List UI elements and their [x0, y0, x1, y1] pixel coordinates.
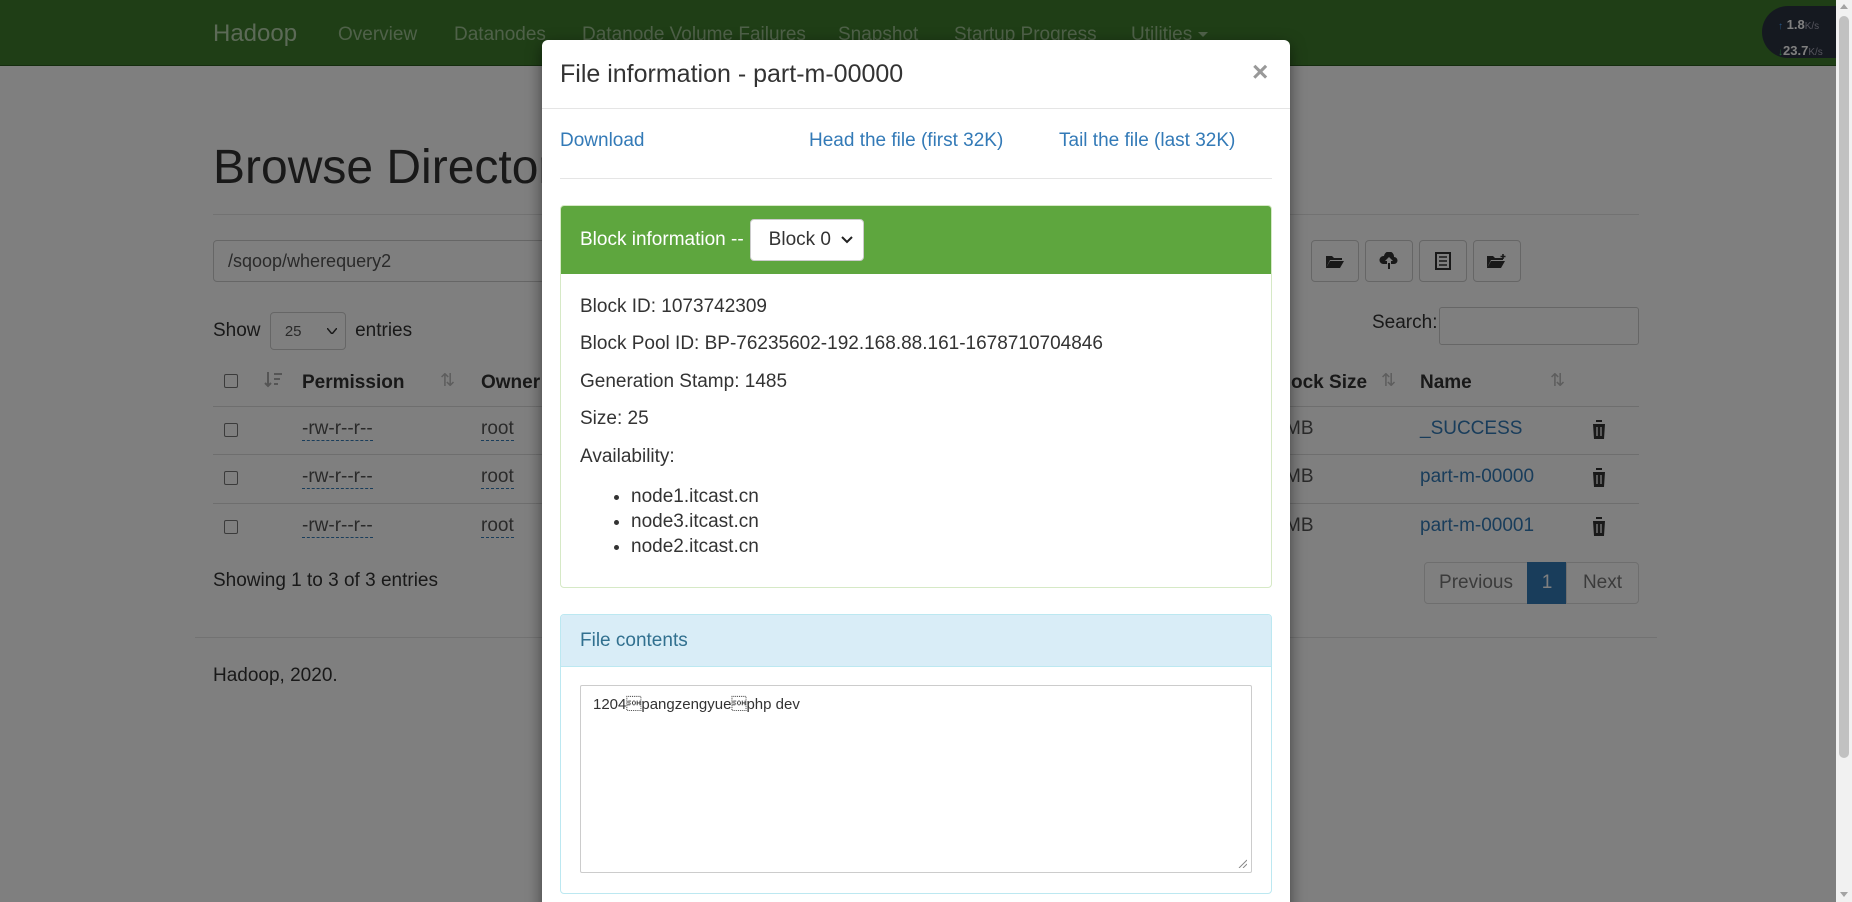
- resize-grip-icon[interactable]: [1237, 858, 1247, 868]
- availability-list: node1.itcast.cn node3.itcast.cn node2.it…: [631, 484, 759, 559]
- scroll-down-icon[interactable]: [1840, 892, 1848, 897]
- modal-header-divider: [542, 108, 1290, 109]
- block-id: Block ID: 1073742309: [580, 296, 767, 317]
- block-info-title: Block information --: [580, 229, 744, 250]
- availability-node: node1.itcast.cn: [631, 484, 759, 509]
- download-link[interactable]: Download: [560, 130, 645, 152]
- file-contents-heading: File contents: [561, 615, 1271, 667]
- file-contents-textarea[interactable]: 1204pangzengyuephp dev: [580, 685, 1252, 873]
- scroll-up-icon[interactable]: [1840, 4, 1848, 9]
- block-info-panel: Block information -- Block 0 Block ID: 1…: [560, 205, 1272, 588]
- modal-title: File information - part-m-00000: [560, 60, 904, 88]
- block-select-value: Block 0: [768, 229, 831, 250]
- file-contents-panel: File contents 1204pangzengyuephp dev: [560, 614, 1272, 894]
- block-select[interactable]: Block 0: [749, 219, 864, 261]
- generation-stamp: Generation Stamp: 1485: [580, 371, 788, 392]
- availability-node: node3.itcast.cn: [631, 509, 759, 534]
- head-file-link[interactable]: Head the file (first 32K): [809, 130, 1003, 152]
- tail-file-link[interactable]: Tail the file (last 32K): [1059, 130, 1235, 152]
- links-divider: [560, 178, 1272, 179]
- chevron-down-icon: [840, 236, 853, 244]
- file-contents-text: 1204pangzengyuephp dev: [593, 696, 800, 713]
- file-info-modal: File information - part-m-00000 × Downlo…: [542, 40, 1290, 902]
- block-info-heading: Block information -- Block 0: [561, 206, 1271, 274]
- scrollbar-thumb[interactable]: [1839, 16, 1849, 758]
- block-size: Size: 25: [580, 408, 649, 429]
- block-pool-id: Block Pool ID: BP-76235602-192.168.88.16…: [580, 333, 1103, 354]
- close-icon[interactable]: ×: [1252, 56, 1268, 88]
- availability-node: node2.itcast.cn: [631, 534, 759, 559]
- availability-label: Availability:: [580, 446, 675, 467]
